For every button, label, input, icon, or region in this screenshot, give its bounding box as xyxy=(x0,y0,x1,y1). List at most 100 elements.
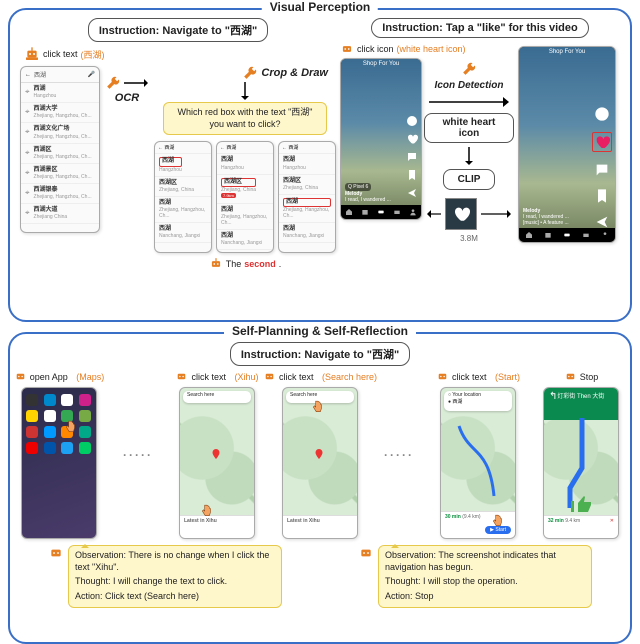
phone-search-list: ← 西湖 🎤 ⌖西湖Hangzhou ⌖西湖大学Zhejiang, Hangzh… xyxy=(20,66,100,233)
shop-icon[interactable] xyxy=(544,231,552,239)
list-item: 西湖区Zhejiang, China xyxy=(155,177,211,197)
reflection-box-1: Observation: There is no change when I c… xyxy=(68,545,282,608)
robot-step-4: click text (Start) xyxy=(436,370,520,383)
app-icon[interactable] xyxy=(79,410,91,422)
phone-tiktok-before: Shop For You Q Pixel 6 Melody I read, I xyxy=(340,58,422,220)
plus-icon[interactable] xyxy=(563,231,571,239)
app-icon[interactable] xyxy=(79,426,91,438)
home-icon[interactable] xyxy=(525,231,533,239)
nav-bottom[interactable]: 32 min 9.4 km ✕ xyxy=(544,515,618,538)
liked-count: 3.8M xyxy=(460,234,478,243)
back-arrow-icon[interactable]: ← xyxy=(25,72,31,78)
phone-home xyxy=(21,387,97,539)
reflection-box-2: Observation: The screenshot indicates th… xyxy=(378,545,592,608)
instruction-box-left: Instruction: Navigate to "西湖" xyxy=(88,18,268,42)
comment-icon[interactable] xyxy=(594,162,610,178)
robot-icon xyxy=(340,42,354,56)
robot-click-text: click text (西湖) xyxy=(24,46,336,62)
map-search-bar[interactable]: Search here xyxy=(183,391,251,403)
arrow-down-icon xyxy=(464,147,474,165)
app-icon[interactable] xyxy=(79,394,91,406)
app-icon[interactable] xyxy=(61,394,73,406)
wrench-icon xyxy=(243,66,257,80)
instruction-box-planning: Instruction: Navigate to "西湖" xyxy=(230,342,410,366)
robot-icon xyxy=(48,545,64,561)
bookmark-icon[interactable] xyxy=(406,169,418,181)
pointer-icon xyxy=(64,420,78,434)
phone-map-1: Search here Latest in Xihu xyxy=(179,387,255,539)
mic-icon[interactable]: 🎤 xyxy=(88,71,95,78)
phone-nav: ↰ 灯彩街 Then 大街 32 min 9.4 km ✕ xyxy=(543,387,619,539)
list-item[interactable]: ⌖西湖大道Zhejiang China xyxy=(21,204,99,224)
robot-step-2: click text (Xihu) xyxy=(175,370,258,383)
list-item[interactable]: ⌖西湖银泰Zhejiang, Hangzhou, Ch... xyxy=(21,184,99,204)
clip-box: CLIP xyxy=(443,169,496,190)
wrench-icon xyxy=(106,76,120,90)
pointer-icon xyxy=(311,400,325,414)
map-bottom-sheet[interactable]: Latest in Xihu xyxy=(180,515,254,538)
profile-icon[interactable] xyxy=(601,231,609,239)
list-item[interactable]: ⌖西湖Hangzhou xyxy=(21,83,99,103)
phone-route: ○ Your location ● 西湖 30 min (9.4 km) ▶ S… xyxy=(440,387,516,539)
shop-icon[interactable] xyxy=(361,208,369,216)
app-icon[interactable] xyxy=(44,426,56,438)
crop-draw-label: Crop & Draw xyxy=(243,66,328,80)
list-item[interactable]: ⌖西湖景区Zhejiang, Hangzhou, Ch... xyxy=(21,164,99,184)
question-box: Which red box with the text "西湖" you wan… xyxy=(163,102,327,135)
app-icon[interactable] xyxy=(26,426,38,438)
app-icon[interactable] xyxy=(26,442,38,454)
arrow-up-left-icon xyxy=(427,209,441,219)
avatar-icon[interactable] xyxy=(406,115,418,127)
nav-banner: ↰ 灯彩街 Then 大街 xyxy=(544,388,618,420)
home-icon[interactable] xyxy=(345,208,353,216)
phone-candidate: ← 西湖 西湖Hangzhou 西湖区Zhejiang, China 西湖Zhe… xyxy=(278,141,336,253)
ellipsis: ····· xyxy=(123,448,153,462)
robot-step-5: Stop xyxy=(564,370,599,383)
robot-icon xyxy=(263,370,276,383)
robot-action-text: click text xyxy=(43,49,78,59)
planning-panel: Self-Planning & Self-Reflection Instruct… xyxy=(8,332,632,644)
avatar-icon[interactable] xyxy=(594,106,610,122)
panel-title-perception: Visual Perception xyxy=(262,0,378,14)
route-line xyxy=(449,416,507,506)
heart-crop-image xyxy=(445,198,477,230)
app-icon[interactable] xyxy=(44,394,56,406)
robot-icon xyxy=(209,257,223,271)
list-item: 西湖Zhejiang, Hangzhou, Ch... xyxy=(155,197,211,223)
robot-step-3: click text (Search here) xyxy=(263,370,377,383)
list-item[interactable]: ⌖西湖文化广场Zhejiang, Hangzhou, Ch... xyxy=(21,123,99,143)
list-item: 西湖Hangzhou xyxy=(155,154,211,176)
list-item[interactable]: ⌖西湖大学Zhejiang, Hangzhou, Ch... xyxy=(21,103,99,123)
app-icon[interactable] xyxy=(79,442,91,454)
app-icon[interactable] xyxy=(26,410,38,422)
icon-name-box: white heart icon xyxy=(424,113,514,143)
robot-icon xyxy=(358,545,374,561)
bookmark-icon[interactable] xyxy=(594,188,610,204)
perception-left: Instruction: Navigate to "西湖" click text… xyxy=(20,18,336,310)
list-item[interactable]: ⌖西湖区Zhejiang, Hangzhou, Ch... xyxy=(21,144,99,164)
robot-icon xyxy=(436,370,449,383)
robot-icon xyxy=(175,370,188,383)
inbox-icon[interactable] xyxy=(393,208,401,216)
app-icon[interactable] xyxy=(44,442,56,454)
heart-icon[interactable] xyxy=(592,132,612,152)
pointer-icon xyxy=(491,514,505,528)
robot-answer: The second. xyxy=(209,257,282,271)
close-nav-icon[interactable]: ✕ xyxy=(610,518,614,524)
wrench-icon xyxy=(462,62,476,76)
plus-icon[interactable] xyxy=(377,208,385,216)
map-bottom-sheet[interactable]: Latest in Xihu xyxy=(283,515,357,538)
perception-right: Instruction: Tap a "like" for this video… xyxy=(340,18,620,310)
instruction-box-right: Instruction: Tap a "like" for this video xyxy=(371,18,588,38)
heart-icon xyxy=(452,205,470,223)
app-icon[interactable] xyxy=(26,394,38,406)
inbox-icon[interactable] xyxy=(582,231,590,239)
profile-icon[interactable] xyxy=(409,208,417,216)
app-icon[interactable] xyxy=(61,442,73,454)
heart-icon[interactable] xyxy=(406,133,418,145)
arrow-down-icon xyxy=(240,82,250,100)
visual-perception-panel: Visual Perception Instruction: Navigate … xyxy=(8,8,632,322)
comment-icon[interactable] xyxy=(406,151,418,163)
app-icon[interactable] xyxy=(44,410,56,422)
share-icon[interactable] xyxy=(406,187,418,199)
